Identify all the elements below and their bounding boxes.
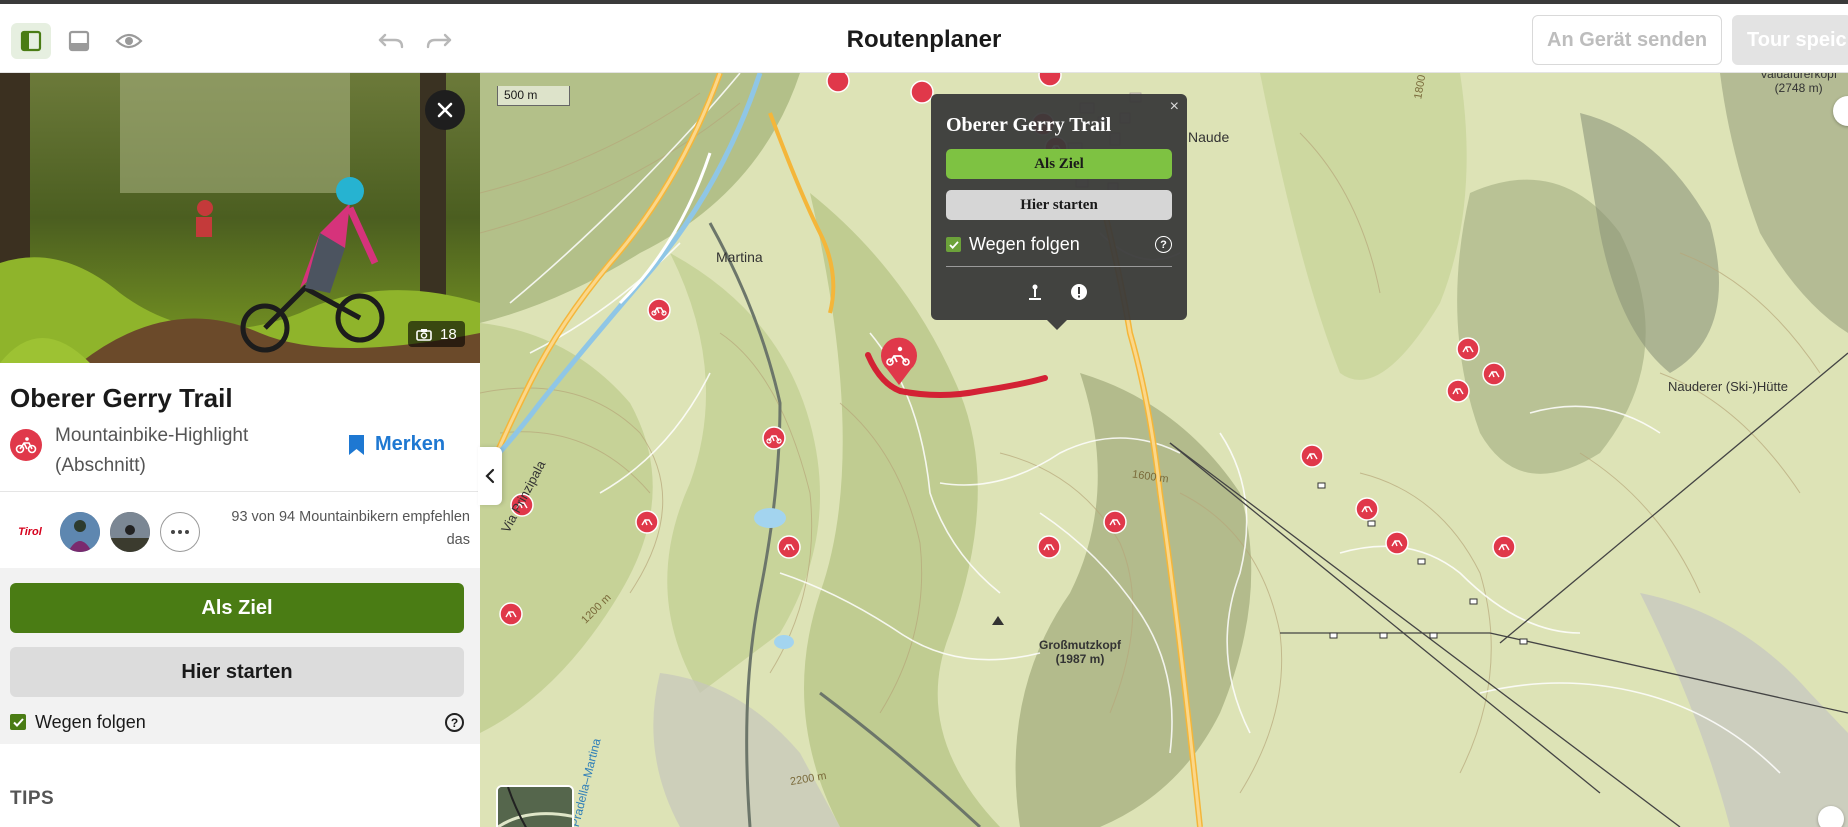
selected-trail-marker[interactable]	[877, 335, 921, 392]
photo-count: 18	[440, 325, 457, 343]
undo-icon[interactable]	[371, 23, 411, 59]
route-actions: Als Ziel Hier starten Wegen folgen ?	[0, 568, 480, 744]
logo-text: Tirol	[18, 526, 42, 538]
follow-paths-label: Wegen folgen	[35, 711, 146, 732]
bike-poi-marker[interactable]	[762, 426, 786, 455]
popup-close-button[interactable]: ×	[1170, 98, 1179, 116]
trail-photo[interactable]	[0, 73, 480, 363]
place-label: Martina	[716, 249, 763, 265]
set-destination-button[interactable]: Als Ziel	[10, 583, 464, 633]
follow-paths-row: Wegen folgen ?	[10, 709, 464, 735]
bike-poi-marker[interactable]	[1038, 73, 1062, 92]
divider	[946, 266, 1172, 267]
category-text: Mountainbike-Highlight (Abschnitt)	[55, 421, 315, 481]
summit-name: Valdafurerkopf	[1760, 73, 1838, 81]
bike-poi-marker[interactable]	[826, 73, 850, 98]
header-bar: Routenplaner An Gerät senden Tour speich	[0, 4, 1848, 73]
bookmark-label: Merken	[375, 433, 446, 455]
bike-poi-marker[interactable]	[1103, 510, 1127, 539]
bottom-panel-icon[interactable]	[59, 23, 99, 59]
map-layer-switcher[interactable]	[496, 785, 574, 827]
popup-set-destination-button[interactable]: Als Ziel	[946, 149, 1172, 179]
popup-start-here-button[interactable]: Hier starten	[946, 190, 1172, 220]
tirol-logo[interactable]: Tirol	[10, 512, 50, 552]
hut-label: Nauderer (Ski-)Hütte	[1668, 379, 1788, 394]
peak-name: Großmutzkopf	[1039, 638, 1121, 652]
camera-icon	[416, 328, 432, 341]
photo-count-badge[interactable]: 18	[408, 321, 465, 347]
save-tour-button[interactable]: Tour speich	[1732, 15, 1848, 65]
follow-paths-checkbox[interactable]	[10, 714, 26, 730]
collapse-sidebar-button[interactable]	[478, 447, 502, 505]
popup-follow-paths-checkbox[interactable]	[946, 237, 961, 252]
trail-title: Oberer Gerry Trail	[10, 383, 233, 413]
peak-label: Großmutzkopf (1987 m)	[1039, 638, 1121, 666]
recommendations-row: Tirol 93 von 94 Mountainbikern empfehlen…	[0, 492, 480, 568]
help-icon[interactable]: ?	[445, 713, 464, 732]
popup-follow-paths-label: Wegen folgen	[969, 234, 1080, 254]
check-icon	[12, 717, 24, 727]
trail-popup: × Oberer Gerry Trail Als Ziel Hier start…	[931, 94, 1187, 330]
avatar[interactable]	[110, 512, 150, 552]
more-icon	[171, 530, 189, 534]
bike-poi-marker[interactable]	[1482, 362, 1506, 391]
map-view[interactable]: 500 m Martina Via Prinzipala Pradella–Ma…	[480, 73, 1848, 827]
start-here-button[interactable]: Hier starten	[10, 647, 464, 697]
bookmark-icon	[349, 434, 364, 455]
redo-icon[interactable]	[419, 23, 459, 59]
close-button[interactable]	[425, 90, 465, 130]
popup-follow-paths-row: Wegen folgen ?	[946, 234, 1172, 255]
map-scale: 500 m	[497, 86, 570, 106]
avatar[interactable]	[60, 512, 100, 552]
bike-poi-marker[interactable]	[1492, 535, 1516, 564]
town-label: Naude	[1188, 129, 1230, 145]
detail-sidebar: 18 Oberer Gerry Trail Mountainbike-Highl…	[0, 73, 480, 827]
bike-poi-marker[interactable]	[1456, 337, 1480, 366]
summit-elevation: (2748 m)	[1774, 81, 1823, 95]
bike-poi-marker[interactable]	[1037, 535, 1061, 564]
close-icon	[437, 102, 453, 118]
sidebar-panel-icon[interactable]	[11, 23, 51, 59]
category-line2: (Abschnitt)	[55, 455, 146, 476]
check-icon	[948, 240, 959, 249]
bookmark-button[interactable]: Merken	[348, 433, 445, 456]
popup-pointer	[1047, 320, 1067, 330]
bike-poi-marker[interactable]	[1355, 497, 1379, 526]
chevron-left-icon	[485, 468, 495, 484]
summit-label: Valdafurerkopf (2748 m)	[1760, 73, 1837, 95]
help-icon[interactable]: ?	[1155, 236, 1172, 253]
bike-poi-marker[interactable]	[635, 510, 659, 539]
elevation-profile-icon[interactable]	[1025, 282, 1045, 302]
eye-icon[interactable]	[109, 23, 149, 59]
more-avatars-button[interactable]	[160, 512, 200, 552]
bike-poi-marker[interactable]	[1300, 444, 1324, 473]
category-line1: Mountainbike-Highlight	[55, 425, 249, 446]
report-issue-icon[interactable]	[1069, 282, 1089, 302]
send-to-device-button[interactable]: An Gerät senden	[1532, 15, 1723, 65]
bike-poi-marker[interactable]	[499, 602, 523, 631]
bike-poi-marker[interactable]	[1385, 531, 1409, 560]
bike-poi-marker[interactable]	[647, 298, 671, 327]
tips-heading: TIPS	[10, 788, 55, 809]
recommendation-text: 93 von 94 Mountainbikern empfehlen das	[231, 509, 470, 548]
popup-title: Oberer Gerry Trail	[946, 114, 1112, 136]
peak-elevation: (1987 m)	[1055, 652, 1105, 666]
map-info-button[interactable]	[1818, 806, 1844, 827]
bike-poi-marker[interactable]	[1446, 379, 1470, 408]
bike-poi-marker[interactable]	[777, 535, 801, 564]
mountainbike-category-icon	[10, 429, 42, 461]
